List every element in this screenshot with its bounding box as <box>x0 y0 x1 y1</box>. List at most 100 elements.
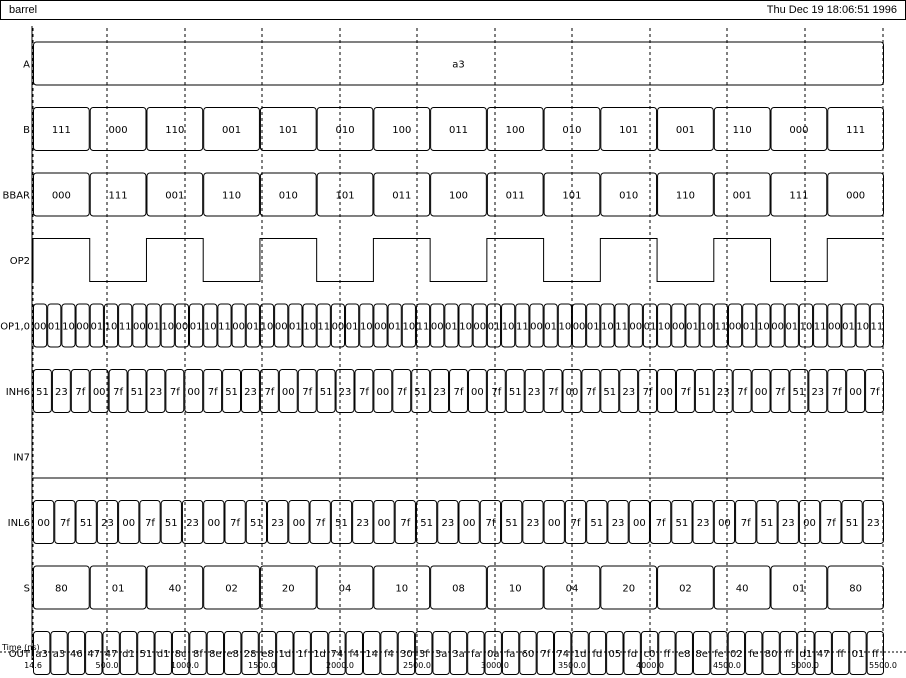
bus-value: 00 <box>207 518 220 529</box>
bus-value: 10 <box>601 322 614 333</box>
bus-value: 7f <box>680 387 690 398</box>
bus-value: 00 <box>376 387 389 398</box>
time-tick-label: 4500.0 <box>713 661 741 670</box>
bus-value: 00 <box>374 322 387 333</box>
signal-label: INL6 <box>8 518 30 529</box>
bus-value: 02 <box>679 584 692 595</box>
bus-value: 30 <box>400 649 413 660</box>
bus-value: 11 <box>119 322 132 333</box>
waveform-plot[interactable]: ABBBAROP2OP1,0INH6IN7INL6SOUT a3111 000 11… <box>0 20 906 678</box>
bus-value: 01 <box>852 649 865 660</box>
bus-value: 8f <box>193 649 203 660</box>
bit-waveform <box>32 238 884 282</box>
time-tick-label: 2000.0 <box>326 661 354 670</box>
bus-value: 3a <box>452 649 465 660</box>
bus-value: 110 <box>165 125 184 136</box>
bus-value: 51 <box>140 649 153 660</box>
bus-value: 7f <box>832 387 842 398</box>
bus-value: 001 <box>676 125 695 136</box>
bus-value: 51 <box>676 518 689 529</box>
bus-value: d1 <box>122 649 135 660</box>
bus-value: 1d <box>278 649 291 660</box>
bus-value: 10 <box>856 322 869 333</box>
bus-value: 20 <box>622 584 635 595</box>
bus-value: a3 <box>452 60 465 71</box>
bus-value: 00 <box>803 518 816 529</box>
bus-value: 01 <box>644 322 657 333</box>
bus-value: 23 <box>527 518 540 529</box>
bus-value: 111 <box>52 125 71 136</box>
bus-value: 51 <box>414 387 427 398</box>
bus-value: 04 <box>339 584 352 595</box>
bus-value: 47 <box>87 649 100 660</box>
bus-value: 11 <box>615 322 628 333</box>
bus-value: 01 <box>544 322 557 333</box>
bus-value: 010 <box>562 125 581 136</box>
bus-value: e8 <box>261 649 274 660</box>
bus-value: 011 <box>392 191 411 202</box>
bus-value: 00 <box>176 322 189 333</box>
bus-value: 00 <box>332 322 345 333</box>
bus-value: 23 <box>150 387 163 398</box>
bus-value: 10 <box>700 322 713 333</box>
bus-value: 7f <box>826 518 836 529</box>
bus-value: d1 <box>157 649 170 660</box>
bus-value: ff <box>872 649 880 660</box>
bus-value: 00 <box>232 322 245 333</box>
bus-value: 23 <box>244 387 257 398</box>
bus-value: 00 <box>566 387 579 398</box>
bus-value: 00 <box>573 322 586 333</box>
bus-value: 10 <box>402 322 415 333</box>
bus-value: 100 <box>392 125 411 136</box>
bus-value: 11 <box>218 322 231 333</box>
bus-value: 10 <box>658 322 671 333</box>
bus-value: 11 <box>814 322 827 333</box>
bus-value: 23 <box>717 387 730 398</box>
bus-value: 010 <box>619 191 638 202</box>
bus-value: 10 <box>204 322 217 333</box>
bus-value: 00 <box>672 322 685 333</box>
bus-value: 001 <box>733 191 752 202</box>
bus-value: 10 <box>161 322 174 333</box>
signal-label: BBAR <box>2 191 30 202</box>
bus-value: 20 <box>282 584 295 595</box>
bus-value: 01 <box>246 322 259 333</box>
bus-value: 51 <box>250 518 263 529</box>
bus-value: fe <box>749 649 759 660</box>
bus-value: 23 <box>441 518 454 529</box>
waveform-window: barrel Thu Dec 19 18:06:51 1996 A B BBAR OP… <box>0 0 906 678</box>
bus-value: 00 <box>633 518 646 529</box>
bus-value: 01 <box>289 322 302 333</box>
bus-value: 7f <box>397 387 407 398</box>
bus-value: 7f <box>491 387 501 398</box>
bus-value: 23 <box>101 518 114 529</box>
bus-value: 7f <box>586 387 596 398</box>
bus-value: 7f <box>656 518 666 529</box>
bus-value: 23 <box>356 518 369 529</box>
window-timestamp: Thu Dec 19 18:06:51 1996 <box>766 4 897 16</box>
bus-value: 10 <box>509 584 522 595</box>
bus-value: 110 <box>733 125 752 136</box>
bus-value: 01 <box>445 322 458 333</box>
bus-value: 01 <box>842 322 855 333</box>
bus-value: 11 <box>871 322 884 333</box>
bus-value: 10 <box>360 322 373 333</box>
bus-value: f4 <box>349 649 359 660</box>
bus-value: 60 <box>522 649 535 660</box>
bus-value: e8 <box>226 649 239 660</box>
bus-value: 7f <box>643 387 653 398</box>
bus-value: 01 <box>743 322 756 333</box>
signal-label: INH6 <box>6 387 30 398</box>
bus-value: 00 <box>629 322 642 333</box>
bus-value: a3 <box>53 649 66 660</box>
bus-value: fe <box>714 649 724 660</box>
bus-value: 01 <box>112 584 125 595</box>
bus-value: 23 <box>528 387 541 398</box>
bus-value: 7f <box>170 387 180 398</box>
bus-value: 001 <box>222 125 241 136</box>
bus-value: 10 <box>105 322 118 333</box>
bus-value: 00 <box>76 322 89 333</box>
bus-value: 01 <box>686 322 699 333</box>
bus-value: 01 <box>90 322 103 333</box>
bus-value: 00 <box>187 387 200 398</box>
